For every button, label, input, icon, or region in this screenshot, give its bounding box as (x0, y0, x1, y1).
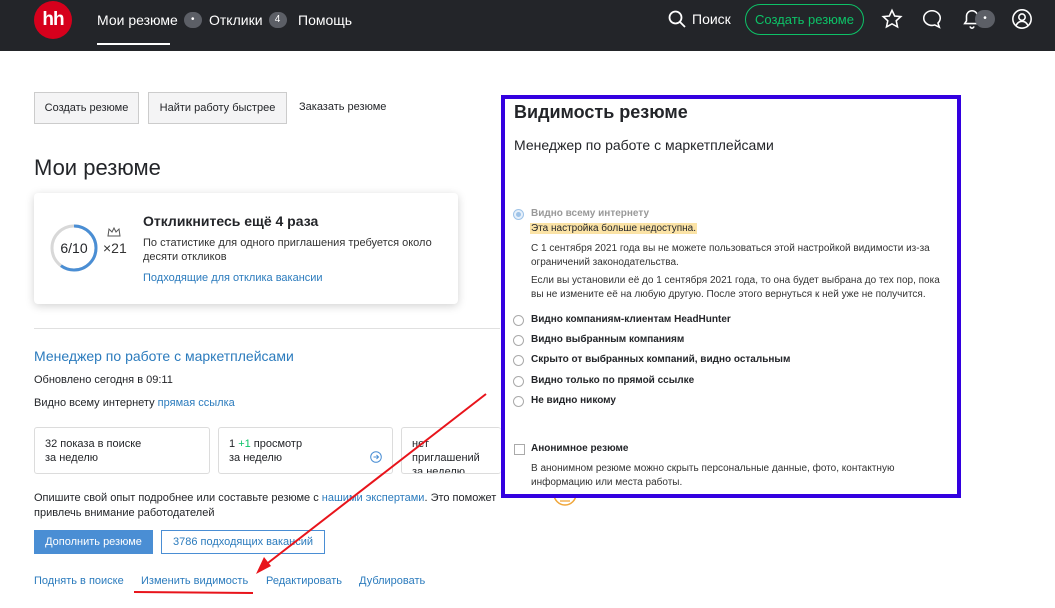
annotation-arrow-line (263, 393, 487, 567)
annotation-arrow-head (256, 557, 271, 574)
annotation-underline (133, 591, 254, 594)
annotation-overlay (133, 393, 487, 594)
